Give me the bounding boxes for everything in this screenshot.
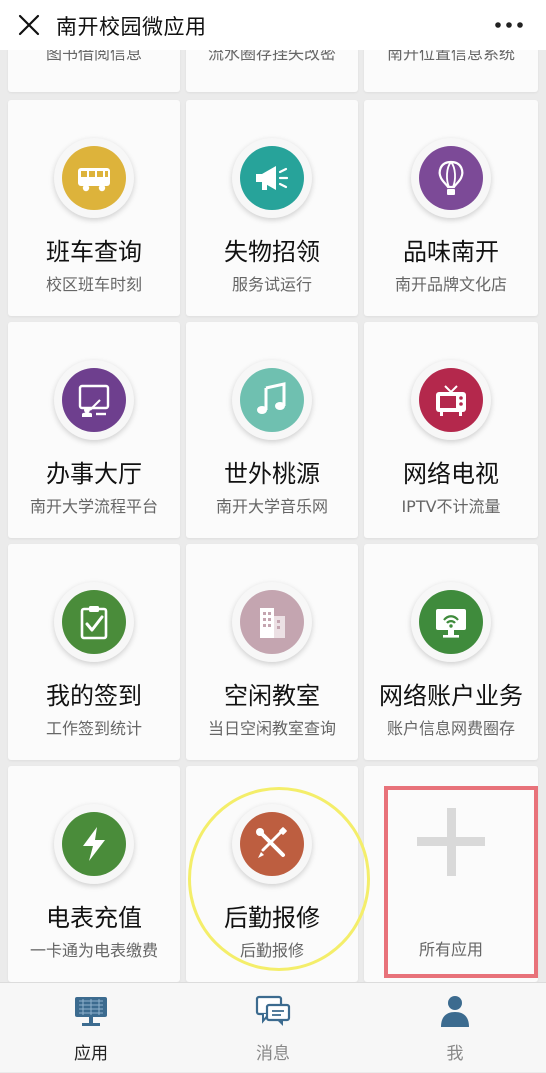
- icon-badge: [232, 804, 312, 884]
- icon-badge: [232, 360, 312, 440]
- icon-badge: [54, 804, 134, 884]
- app-subtitle: 图书借阅信息: [45, 50, 142, 63]
- icon-badge: [411, 138, 491, 218]
- app-subtitle: 账户信息网费圈存: [386, 719, 515, 738]
- app-subtitle: 当日空闲教室查询: [207, 719, 336, 738]
- app-tile-music[interactable]: 世外桃源 南开大学音乐网: [186, 322, 358, 538]
- close-icon[interactable]: [14, 10, 44, 40]
- app-tile-service-hall[interactable]: 办事大厅 南开大学流程平台: [8, 322, 180, 538]
- app-subtitle: 流水圈存挂失改密: [207, 50, 336, 63]
- app-tile-nankai-brand[interactable]: 品味南开 南开品牌文化店: [364, 100, 538, 316]
- app-grid: 图书借阅信息 流水圈存挂失改密 南开位置信息系统 班车查询 校区班车时刻 失物招…: [0, 50, 546, 982]
- app-subtitle: 南开大学音乐网: [215, 497, 328, 516]
- app-subtitle: 工作签到统计: [45, 719, 142, 738]
- app-title: 世外桃源: [224, 460, 320, 488]
- title-bar: 南开校园微应用: [0, 0, 546, 50]
- icon-badge: [232, 138, 312, 218]
- building-icon: [240, 590, 304, 654]
- app-title: 失物招领: [224, 238, 320, 266]
- tab-label: 消息: [256, 1044, 290, 1064]
- bus-icon: [62, 146, 126, 210]
- tab-messages[interactable]: 消息: [182, 983, 364, 1073]
- app-title: 班车查询: [46, 238, 142, 266]
- presentation-board-icon: [62, 368, 126, 432]
- app-title: 电表充值: [46, 904, 142, 932]
- app-subtitle: 南开品牌文化店: [394, 275, 507, 294]
- app-subtitle: 后勤报修: [239, 941, 304, 960]
- app-subtitle: 一卡通为电表缴费: [29, 941, 158, 960]
- app-tile-lost-found[interactable]: 失物招领 服务试运行: [186, 100, 358, 316]
- app-subtitle: 南开位置信息系统: [386, 50, 515, 63]
- hot-air-balloon-icon: [419, 146, 483, 210]
- app-subtitle: 服务试运行: [231, 275, 312, 294]
- lightning-icon: [62, 812, 126, 876]
- app-tile-partial[interactable]: 流水圈存挂失改密: [186, 50, 358, 92]
- person-icon: [435, 991, 475, 1031]
- clipboard-check-icon: [62, 590, 126, 654]
- icon-badge: [411, 582, 491, 662]
- wrench-screwdriver-icon: [240, 812, 304, 876]
- app-title: 空闲教室: [224, 682, 320, 710]
- tab-label: 我: [446, 1044, 464, 1064]
- app-title: 网络账户业务: [379, 682, 523, 710]
- more-options-icon[interactable]: [492, 12, 526, 38]
- app-subtitle: 南开大学流程平台: [29, 497, 158, 516]
- plus-icon: [413, 804, 489, 880]
- tab-label: 应用: [74, 1044, 108, 1064]
- icon-badge: [54, 360, 134, 440]
- app-subtitle: 所有应用: [418, 940, 483, 959]
- app-tile-check-in[interactable]: 我的签到 工作签到统计: [8, 544, 180, 760]
- app-tile-repair[interactable]: 后勤报修 后勤报修: [186, 766, 358, 982]
- app-title: 我的签到: [46, 682, 142, 710]
- app-tile-network-account[interactable]: 网络账户业务 账户信息网费圈存: [364, 544, 538, 760]
- app-tile-partial[interactable]: 图书借阅信息: [8, 50, 180, 92]
- monitor-wifi-icon: [419, 590, 483, 654]
- megaphone-icon: [240, 146, 304, 210]
- app-tile-free-classroom[interactable]: 空闲教室 当日空闲教室查询: [186, 544, 358, 760]
- music-note-icon: [240, 368, 304, 432]
- tv-icon: [419, 368, 483, 432]
- tab-apps[interactable]: 应用: [0, 983, 182, 1073]
- message-icon: [253, 991, 293, 1031]
- app-tile-electricity-recharge[interactable]: 电表充值 一卡通为电表缴费: [8, 766, 180, 982]
- app-tile-network-tv[interactable]: 网络电视 IPTV不计流量: [364, 322, 538, 538]
- app-title: 办事大厅: [46, 460, 142, 488]
- icon-badge: [54, 582, 134, 662]
- app-subtitle: IPTV不计流量: [401, 497, 501, 516]
- app-title: 品味南开: [403, 238, 499, 266]
- icon-badge: [411, 360, 491, 440]
- icon-badge: [54, 138, 134, 218]
- icon-badge: [232, 582, 312, 662]
- app-tile-bus-schedule[interactable]: 班车查询 校区班车时刻: [8, 100, 180, 316]
- page-title: 南开校园微应用: [56, 15, 207, 39]
- app-title: 网络电视: [403, 460, 499, 488]
- bottom-tab-bar: 应用 消息 我: [0, 982, 546, 1072]
- app-tile-all-apps[interactable]: 所有应用: [364, 766, 538, 982]
- tab-me[interactable]: 我: [364, 983, 546, 1073]
- app-subtitle: 校区班车时刻: [45, 275, 142, 294]
- app-tile-partial[interactable]: 南开位置信息系统: [364, 50, 538, 92]
- apps-board-icon: [71, 991, 111, 1031]
- app-title: 后勤报修: [224, 904, 320, 932]
